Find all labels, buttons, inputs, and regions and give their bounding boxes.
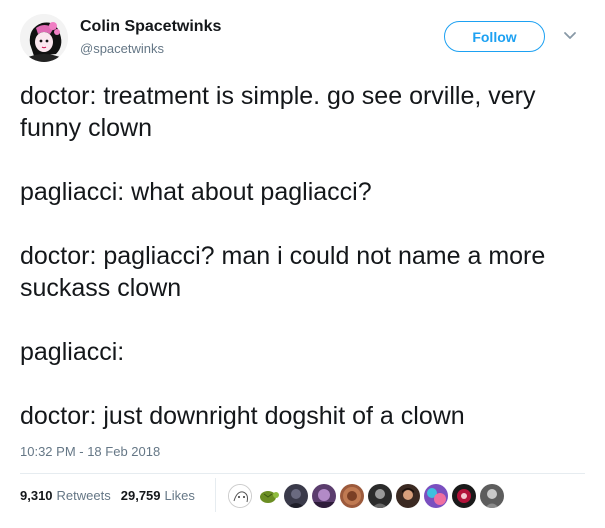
author-avatar[interactable] (20, 14, 68, 62)
likes-label: Likes (164, 488, 195, 503)
turtle-avatar-icon (256, 484, 280, 508)
liker-avatar[interactable] (424, 484, 448, 508)
tweet-card: Colin Spacetwinks @spacetwinks Follow do… (0, 0, 605, 528)
tweet-paragraph: doctor: pagliacci? man i could not name … (20, 242, 546, 302)
liker-avatars (228, 484, 508, 508)
purple-avatar-icon (312, 484, 336, 508)
likes-stat[interactable]: 29,759 Likes (121, 488, 205, 503)
liker-avatar[interactable] (452, 484, 476, 508)
liker-avatar[interactable] (256, 484, 280, 508)
liker-avatar[interactable] (312, 484, 336, 508)
liker-avatar[interactable] (368, 484, 392, 508)
dark-avatar-icon (284, 484, 308, 508)
liker-avatar[interactable] (340, 484, 364, 508)
tweet-paragraph: pagliacci: (20, 338, 125, 366)
tweet-timestamp[interactable]: 10:32 PM - 18 Feb 2018 (20, 444, 160, 459)
portrait-avatar-icon (396, 484, 420, 508)
tweet-paragraph: doctor: just downright dogshit of a clow… (20, 402, 465, 430)
liker-avatar[interactable] (480, 484, 504, 508)
red-avatar-icon (452, 484, 476, 508)
liker-avatar[interactable] (284, 484, 308, 508)
copper-avatar-icon (340, 484, 364, 508)
liker-avatar[interactable] (228, 484, 252, 508)
retweets-label: Retweets (56, 488, 111, 503)
tweet-paragraph: doctor: treatment is simple. go see orvi… (20, 82, 536, 142)
chevron-down-icon[interactable] (563, 30, 577, 42)
retweets-stat[interactable]: 9,310 Retweets (20, 488, 121, 503)
sketch-avatar-icon (229, 485, 251, 507)
tweet-text: doctor: treatment is simple. go see orvi… (20, 80, 585, 432)
mono-avatar-icon (368, 484, 392, 508)
stats-separator (215, 478, 216, 512)
author-display-name[interactable]: Colin Spacetwinks (80, 18, 221, 36)
gray-avatar-icon (480, 484, 504, 508)
anime-character-avatar-icon (20, 14, 68, 62)
divider (20, 473, 585, 474)
likes-count: 29,759 (120, 488, 161, 503)
colorful-avatar-icon (424, 484, 448, 508)
tweet-paragraph: pagliacci: what about pagliacci? (20, 178, 372, 206)
retweets-count: 9,310 (20, 488, 53, 503)
tweet-stats: 9,310 Retweets 29,759 Likes (20, 488, 205, 503)
liker-avatar[interactable] (396, 484, 420, 508)
follow-button[interactable]: Follow (444, 21, 545, 52)
author-handle[interactable]: @spacetwinks (80, 41, 164, 56)
